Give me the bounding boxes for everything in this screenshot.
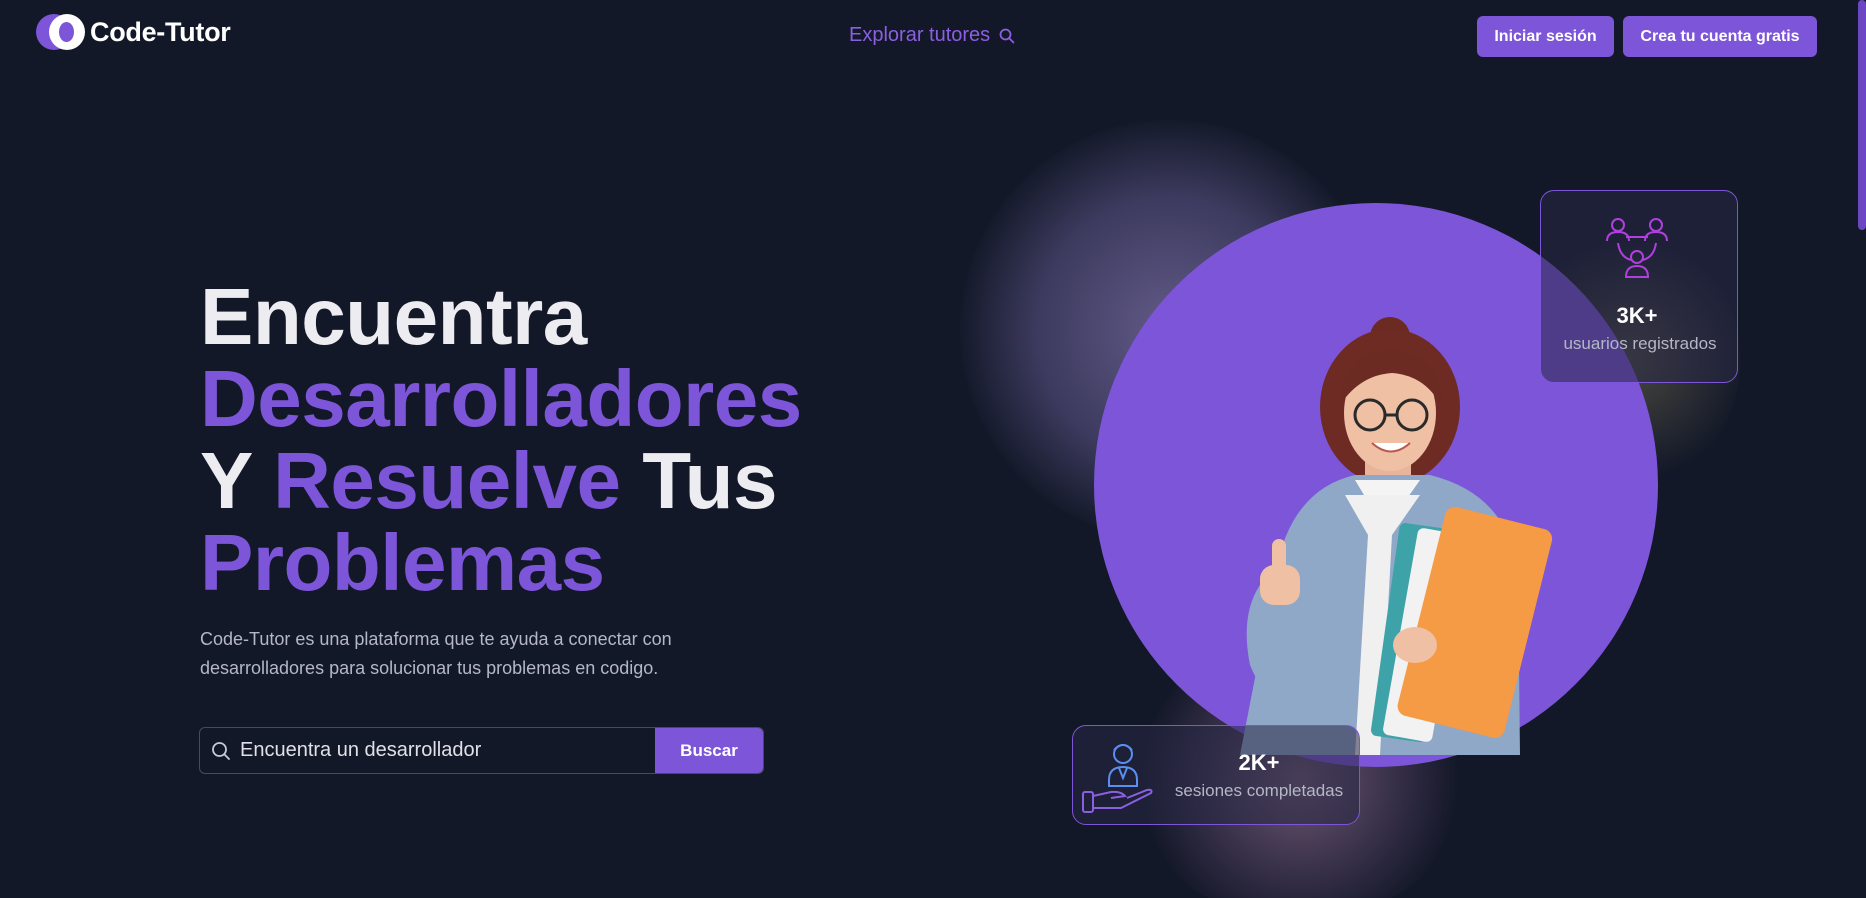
hero-title-line2: Desarrolladores: [200, 354, 802, 443]
logo[interactable]: Code-Tutor: [36, 14, 231, 50]
search-button[interactable]: Buscar: [655, 728, 763, 773]
scrollbar[interactable]: [1858, 0, 1866, 230]
tutor-hand-icon: [1082, 744, 1153, 813]
hero-description: Code-Tutor es una plataforma que te ayud…: [200, 629, 672, 678]
hero-title-line3a: Y: [200, 436, 252, 525]
search-icon: [999, 28, 1015, 43]
site-header: Code-Tutor Explorar tutores Iniciar sesi…: [0, 0, 1866, 72]
sessions-count: 2K+: [1238, 750, 1280, 775]
users-label: usuarios registrados: [1563, 334, 1717, 353]
search-icon: [212, 742, 230, 760]
hero-title: Encuentra Desarrolladores Y Resuelve Tus…: [200, 276, 802, 604]
login-button[interactable]: Iniciar sesión: [1477, 16, 1614, 57]
student-photo: [1240, 317, 1553, 755]
search-bar: Buscar: [199, 727, 764, 774]
hero-title-line3c: Tus: [642, 436, 778, 525]
hero-title-line4: Problemas: [200, 518, 605, 607]
explore-tutors-label: Explorar tutores: [849, 24, 991, 46]
users-network-icon: [1606, 218, 1668, 278]
hero-title-line1: Encuentra: [200, 272, 587, 361]
users-count: 3K+: [1616, 303, 1658, 328]
explore-tutors-link[interactable]: Explorar tutores: [849, 24, 1015, 47]
sessions-label: sesiones completadas: [1174, 781, 1344, 800]
stat-card-users: 3K+ usuarios registrados: [1540, 190, 1738, 383]
hero-title-line3b: Resuelve: [273, 436, 621, 525]
logo-text: Code-Tutor: [90, 16, 231, 47]
stat-card-sessions: 2K+ sesiones completadas: [1072, 725, 1360, 825]
signup-button[interactable]: Crea tu cuenta gratis: [1623, 16, 1817, 57]
logo-icon: [36, 14, 86, 50]
search-input[interactable]: [240, 728, 650, 773]
